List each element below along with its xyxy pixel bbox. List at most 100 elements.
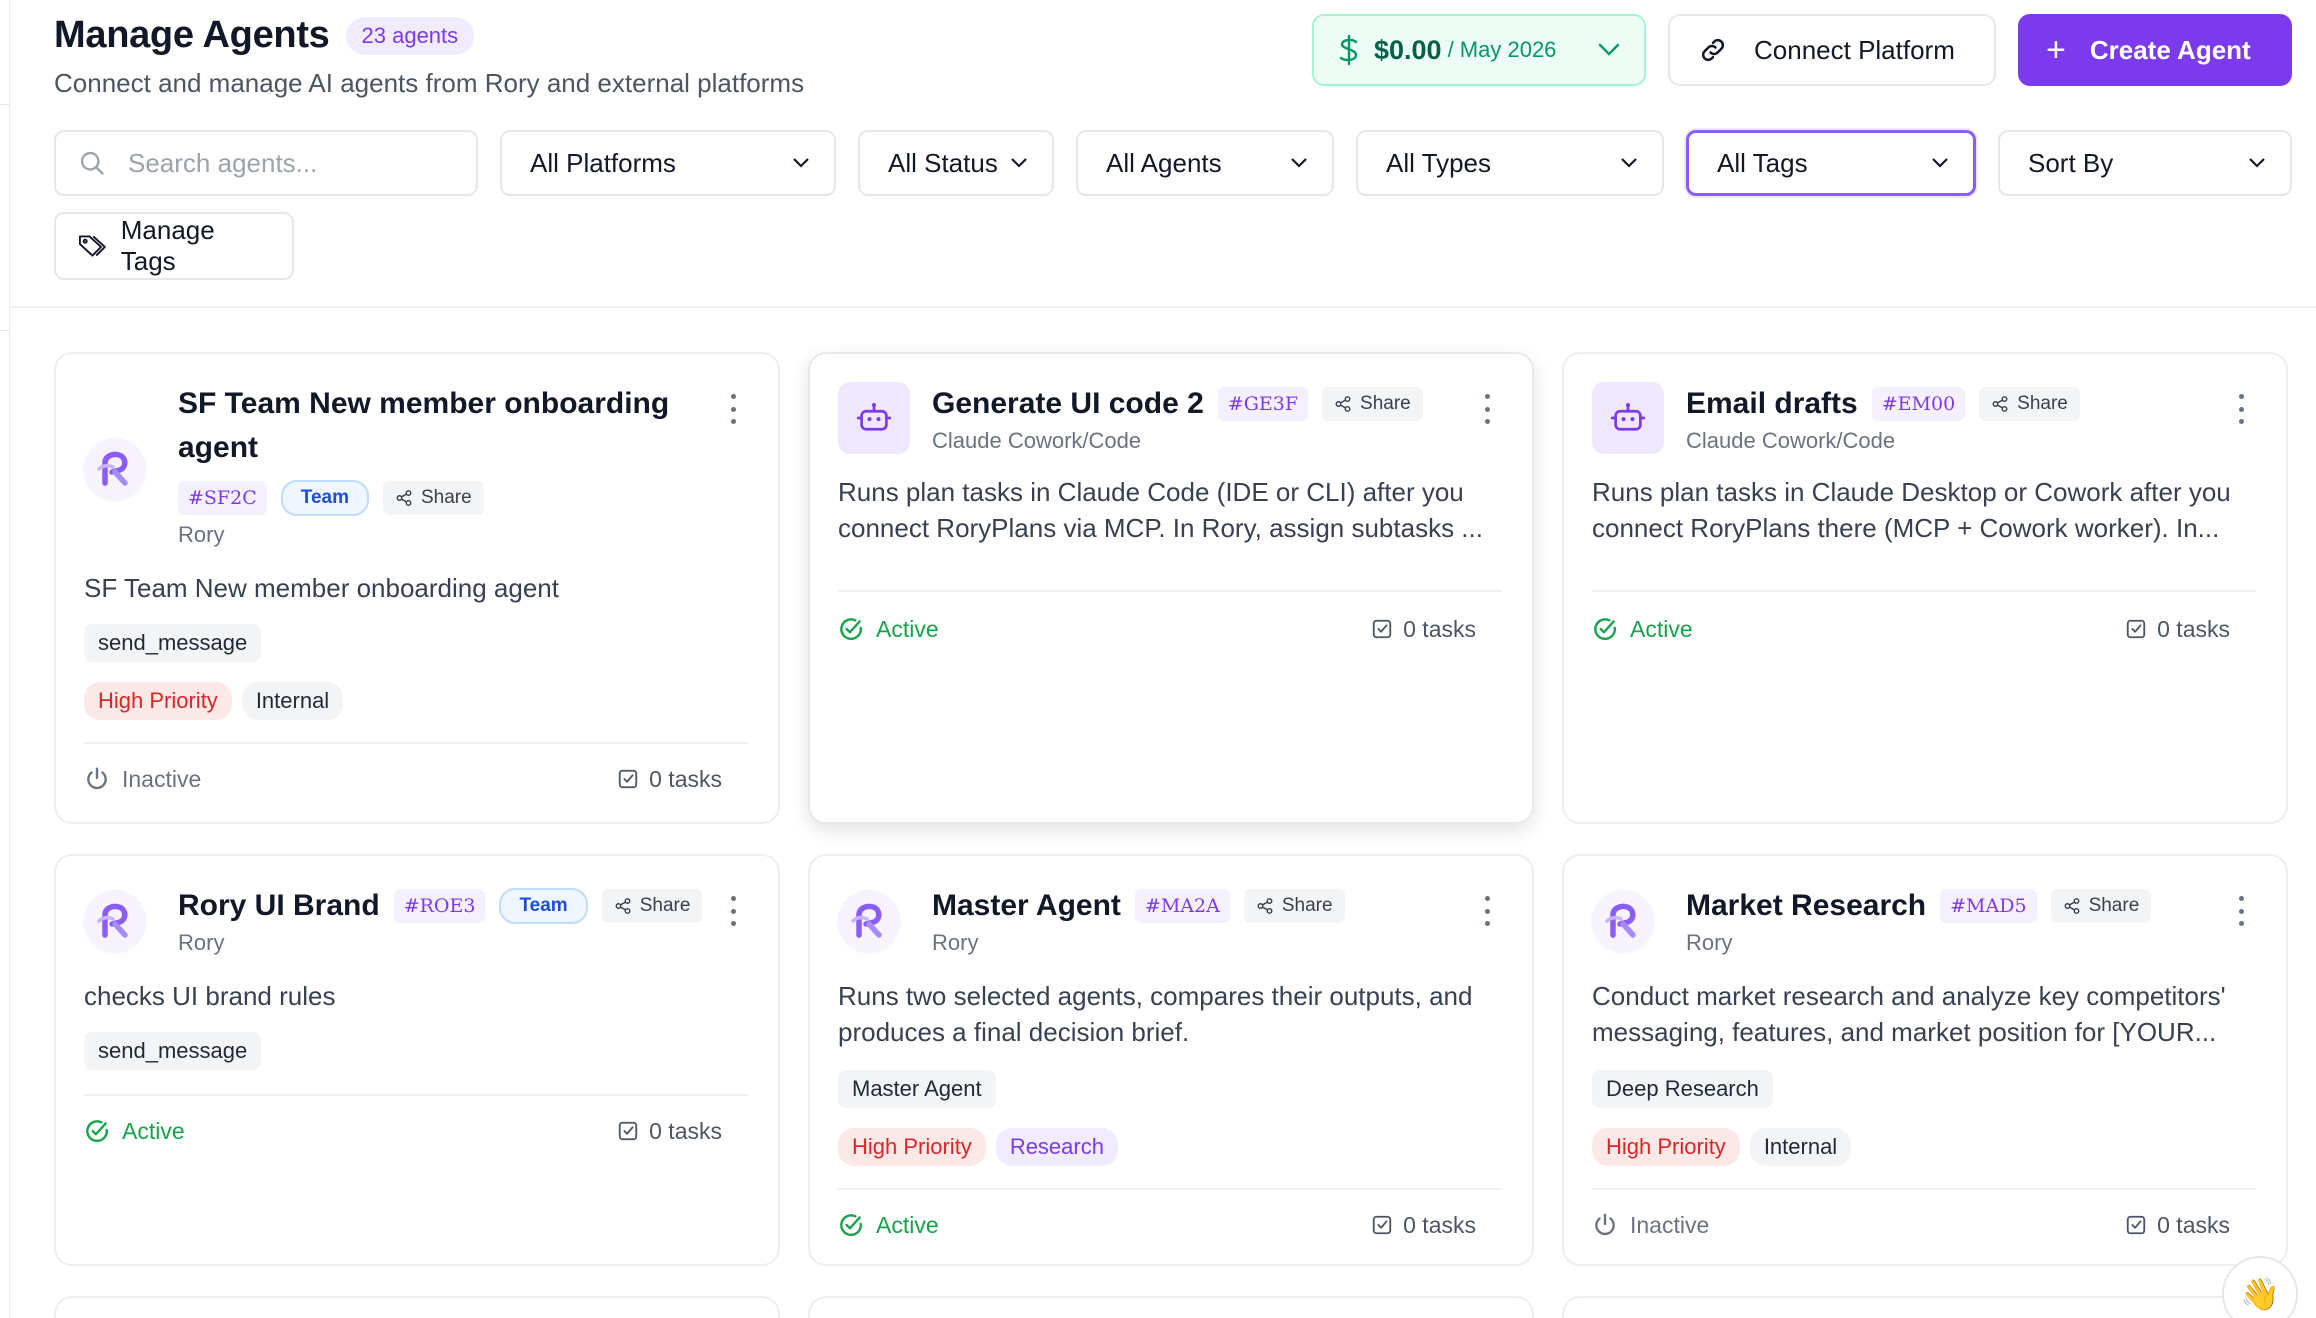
agent-description: Runs plan tasks in Claude Desktop or Cow… [1592,477,2231,543]
agent-platform: Claude Cowork/Code [1686,428,1896,453]
agent-card[interactable] [54,1296,780,1318]
manage-tags-button[interactable]: Manage Tags [54,212,294,280]
tag-list: High Priority Research [838,1128,1118,1166]
more-vertical-icon[interactable] [728,896,738,926]
share-label: Share [1360,393,1411,414]
agent-code-badge: #MAD5 [1940,889,2037,923]
agent-count-badge: 23 agents [345,16,475,55]
agent-meta: Rory UI Brand #ROE3 Team Share [178,884,738,928]
share-label: Share [1281,895,1333,916]
tag-chip: High Priority [84,682,232,720]
agent-header: Market Research #MAD5 Share Rory [1686,884,2206,956]
agent-description: SF Team New member onboarding agent [84,573,559,603]
checkbox-icon [617,768,639,790]
agent-code-badge: #ROE3 [393,889,486,923]
tag-icon [78,235,106,257]
agent-footer: Inactive 0 tasks [84,742,748,814]
agent-card[interactable]: Email drafts #EM00 Share Claude Cowork/C… [1562,352,2288,824]
agent-card[interactable] [1562,1296,2288,1318]
agent-filter[interactable]: All Agents [1076,130,1334,196]
agent-card[interactable]: Master Agent #MA2A Share Rory Runs two s… [808,854,1534,1266]
more-vertical-icon[interactable] [2236,896,2246,926]
agent-code-badge: #MA2A [1134,889,1230,923]
task-count: 0 tasks [617,1118,742,1145]
share-icon [395,489,413,507]
agent-footer: Inactive 0 tasks [1592,1188,2256,1260]
agent-card[interactable]: Market Research #MAD5 Share Rory Conduct… [1562,854,2288,1266]
agent-card[interactable]: SF Team New member onboarding agent #SF2… [54,352,780,824]
sort-select[interactable]: Sort By [1998,130,2292,196]
plus-icon: + [2046,31,2066,69]
agent-header: Generate UI code 2 #GE3F Share Claude Co… [932,382,1452,454]
share-button[interactable]: Share [1322,387,1423,421]
agent-meta: Master Agent #MA2A Share [932,884,1452,928]
agent-grid: SF Team New member onboarding agent #SF2… [54,352,2288,1318]
capability-list: send_message [84,624,262,662]
rory-logo [1592,890,1654,952]
header-actions: $0.00 / May 2026 Connect Platform + Crea… [1312,14,2292,86]
type-filter[interactable]: All Types [1356,130,1664,196]
task-count-label: 0 tasks [2157,1211,2230,1238]
platform-filter-value: All Platforms [530,147,676,178]
agent-name: Master Agent [932,889,1121,922]
tag-list: High Priority Internal [1592,1128,1852,1166]
connect-platform-button[interactable]: Connect Platform [1668,14,1996,86]
tag-filter[interactable]: All Tags [1686,130,1976,196]
share-button[interactable]: Share [2050,889,2152,923]
agent-footer: Active 0 tasks [838,1188,1502,1260]
robot-icon [1592,382,1664,454]
agent-card[interactable]: Generate UI code 2 #GE3F Share Claude Co… [808,352,1534,824]
share-icon [614,897,632,915]
capability-chip: send_message [84,624,262,662]
cost-period-button[interactable]: $0.00 / May 2026 [1312,14,1646,86]
agent-footer: Active 0 tasks [84,1094,748,1166]
share-button[interactable]: Share [1979,387,2080,421]
agent-meta: Generate UI code 2 #GE3F Share [932,382,1452,426]
agent-description: Runs two selected agents, compares their… [838,981,1473,1047]
capability-list: Deep Research [1592,1070,1773,1108]
status-filter[interactable]: All Status [858,130,1054,196]
checkbox-icon [1371,1214,1393,1236]
agent-name: SF Team New member onboarding [178,387,670,420]
page-title: Manage Agents [54,14,330,56]
agent-name-continued: agent [178,431,259,464]
agent-platform: Rory [932,930,979,955]
share-button[interactable]: Share [382,481,484,515]
share-button[interactable]: Share [1243,889,1345,923]
agent-meta: #SF2C Team Share [178,480,698,516]
status-indicator: Inactive [1592,1212,1709,1239]
agent-card[interactable] [808,1296,1534,1318]
task-count: 0 tasks [2125,1212,2250,1239]
search-input[interactable] [128,147,448,179]
task-count: 0 tasks [1371,616,1496,643]
agent-meta: Market Research #MAD5 Share [1686,884,2206,928]
platform-filter[interactable]: All Platforms [500,130,836,196]
capability-list: Master Agent [838,1070,996,1108]
rory-logo [84,890,146,952]
more-vertical-icon[interactable] [2236,394,2246,424]
capability-chip: Master Agent [838,1070,996,1108]
sidebar-divider [0,330,10,331]
create-agent-label: Create Agent [2089,34,2251,65]
agent-platform: Rory [178,930,225,955]
title-row: Manage Agents 23 agents [54,14,475,57]
tag-list: High Priority Internal [84,682,344,720]
task-count-label: 0 tasks [2157,615,2230,642]
more-vertical-icon[interactable] [1482,394,1492,424]
more-vertical-icon[interactable] [1482,896,1492,926]
search-box[interactable] [54,130,478,196]
share-icon [1991,395,2009,413]
more-vertical-icon[interactable] [728,394,738,424]
agent-header: Rory UI Brand #ROE3 Team Share Rory [178,884,738,956]
create-agent-button[interactable]: + Create Agent [2018,14,2292,86]
agent-code-badge: #EM00 [1871,387,1966,421]
status-label: Active [122,1117,185,1144]
check-circle-icon [84,1118,110,1144]
status-label: Active [1630,615,1693,642]
filter-bar: All Platforms All Status All Agents All … [54,130,2292,196]
agent-filter-value: All Agents [1106,147,1222,178]
agent-card[interactable]: Rory UI Brand #ROE3 Team Share Rory chec… [54,854,780,1266]
share-button[interactable]: Share [601,889,703,923]
status-label: Inactive [1630,1211,1710,1238]
power-icon [84,766,110,792]
